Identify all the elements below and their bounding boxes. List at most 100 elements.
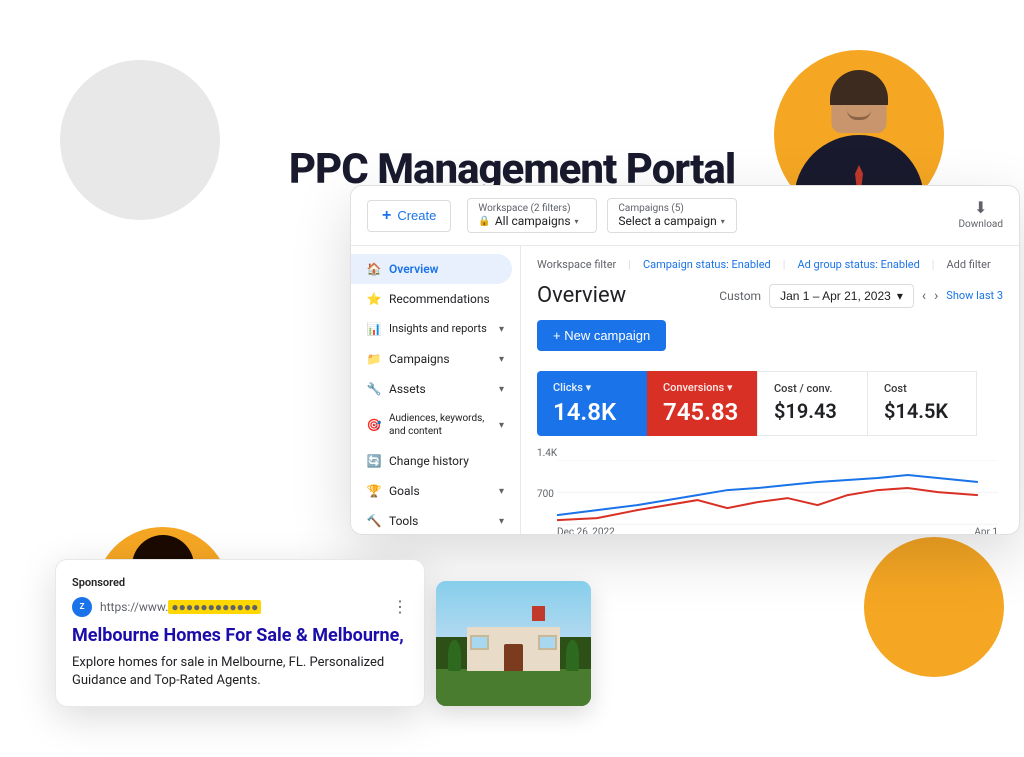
sidebar-item-campaigns-label: Campaigns: [389, 352, 450, 366]
dashboard-window: + Create Workspace (2 filters) 🔒 All cam…: [350, 185, 1020, 535]
overview-header: Overview Custom Jan 1 – Apr 21, 2023 ▾ ‹…: [537, 283, 1003, 308]
sidebar: 🏠 Overview ⭐ Recommendations 📊 Insights …: [351, 246, 521, 535]
tools-arrow-icon: ▾: [499, 516, 504, 527]
campaigns-filter-arrow: ▾: [721, 217, 725, 226]
sidebar-item-goals-label: Goals: [389, 484, 420, 498]
date-range: Custom Jan 1 – Apr 21, 2023 ▾ ‹ › Show l…: [719, 284, 1003, 308]
folder-icon: 📁: [367, 352, 381, 366]
home-icon: 🏠: [367, 262, 381, 276]
main-content: Workspace filter | Campaign status: Enab…: [521, 246, 1019, 535]
conversions-metric: Conversions ▾ 745.83: [647, 371, 757, 436]
bg-circle-bottom-right: [864, 537, 1004, 677]
metrics-row: Clicks ▾ 14.8K Conversions ▾ 745.83 Cost…: [537, 371, 1003, 436]
ad-description: Explore homes for sale in Melbourne, FL.…: [72, 654, 408, 690]
campaigns-arrow-icon: ▾: [499, 354, 504, 365]
workspace-chip[interactable]: Workspace filter: [537, 258, 616, 271]
ad-sponsored-label: Sponsored: [72, 576, 408, 589]
create-button[interactable]: + Create: [367, 200, 451, 232]
chart-svg: [557, 460, 998, 525]
assets-icon: 🔧: [367, 382, 381, 396]
clicks-metric: Clicks ▾ 14.8K: [537, 371, 647, 436]
sidebar-item-overview[interactable]: 🏠 Overview: [351, 254, 512, 284]
sidebar-item-audiences[interactable]: 🎯 Audiences, keywords, and content ▾: [351, 404, 520, 446]
chart-y-top: 1.4K: [537, 448, 557, 459]
ad-url-highlight: ●●●●●●●●●●●●: [168, 600, 261, 614]
chart-x-left: Dec 26, 2022: [557, 527, 615, 535]
ad-title[interactable]: Melbourne Homes For Sale & Melbourne,: [72, 625, 408, 646]
bg-circle-left: [60, 60, 220, 220]
goals-icon: 🏆: [367, 484, 381, 498]
ad-card: Sponsored Z https://www.●●●●●●●●●●●● ⋮ M…: [55, 559, 425, 707]
workspace-filter-arrow: ▾: [575, 217, 579, 226]
ad-url: https://www.●●●●●●●●●●●●: [100, 600, 384, 614]
cost-label: Cost: [884, 382, 960, 395]
sidebar-item-overview-label: Overview: [389, 262, 439, 276]
insights-arrow-icon: ▾: [499, 324, 504, 335]
dashboard-body: 🏠 Overview ⭐ Recommendations 📊 Insights …: [351, 246, 1019, 535]
create-label: Create: [397, 208, 436, 223]
sidebar-item-recommendations-label: Recommendations: [389, 292, 490, 306]
date-dropdown-arrow: ▾: [897, 289, 903, 303]
audiences-arrow-icon: ▾: [499, 420, 504, 431]
breadcrumb-filters: Workspace filter | Campaign status: Enab…: [537, 258, 1003, 271]
bc-divider-2: |: [783, 258, 786, 271]
sidebar-item-insights-label: Insights and reports: [389, 322, 487, 336]
sidebar-item-insights[interactable]: 📊 Insights and reports ▾: [351, 314, 520, 344]
workspace-filter-label: Workspace (2 filters): [478, 203, 586, 214]
star-icon: ⭐: [367, 292, 381, 306]
overview-title: Overview: [537, 283, 626, 308]
sidebar-item-recommendations[interactable]: ⭐ Recommendations: [351, 284, 520, 314]
house-illustration: [436, 581, 591, 706]
show-last-link[interactable]: Show last 3: [946, 289, 1003, 302]
campaigns-filter-label: Campaigns (5): [618, 203, 726, 214]
next-date-icon[interactable]: ›: [934, 288, 938, 304]
ad-url-row: Z https://www.●●●●●●●●●●●● ⋮: [72, 597, 408, 617]
conversions-value: 745.83: [663, 398, 741, 426]
chart-icon: 📊: [367, 322, 381, 336]
sidebar-item-campaigns[interactable]: 📁 Campaigns ▾: [351, 344, 520, 374]
sidebar-item-history[interactable]: 🔄 Change history: [351, 446, 520, 476]
sidebar-item-tools[interactable]: 🔨 Tools ▾: [351, 506, 520, 535]
workspace-filter[interactable]: Workspace (2 filters) 🔒 All campaigns ▾: [467, 198, 597, 233]
house-image: [436, 581, 591, 706]
date-range-button[interactable]: Jan 1 – Apr 21, 2023 ▾: [769, 284, 914, 308]
sidebar-item-goals[interactable]: 🏆 Goals ▾: [351, 476, 520, 506]
cost-conv-value: $19.43: [774, 399, 851, 423]
sidebar-item-assets[interactable]: 🔧 Assets ▾: [351, 374, 520, 404]
campaigns-filter-value: Select a campaign ▾: [618, 214, 726, 228]
conversions-label: Conversions ▾: [663, 381, 741, 394]
campaign-status-chip[interactable]: Campaign status: Enabled: [643, 258, 771, 271]
chart-x-right: Apr 1: [974, 527, 998, 535]
dashboard-header: + Create Workspace (2 filters) 🔒 All cam…: [351, 186, 1019, 246]
sidebar-item-history-label: Change history: [389, 454, 469, 468]
ad-more-button[interactable]: ⋮: [392, 597, 408, 616]
bc-divider-1: |: [628, 258, 631, 271]
campaigns-filter[interactable]: Campaigns (5) Select a campaign ▾: [607, 198, 737, 233]
chart-y-mid: 700: [537, 489, 554, 500]
audiences-icon: 🎯: [367, 418, 381, 432]
action-row: + New campaign ⬇ Download: [537, 320, 1003, 363]
filter-group: Workspace (2 filters) 🔒 All campaigns ▾ …: [467, 198, 1003, 233]
add-filter-chip[interactable]: Add filter: [946, 258, 990, 271]
sidebar-item-audiences-label: Audiences, keywords, and content: [389, 412, 491, 438]
bc-divider-3: |: [932, 258, 935, 271]
assets-arrow-icon: ▾: [499, 384, 504, 395]
ad-favicon: Z: [72, 597, 92, 617]
history-icon: 🔄: [367, 454, 381, 468]
workspace-filter-value: 🔒 All campaigns ▾: [478, 214, 586, 228]
clicks-label: Clicks ▾: [553, 381, 631, 394]
cost-value: $14.5K: [884, 399, 960, 423]
sidebar-item-tools-label: Tools: [389, 514, 418, 528]
tools-icon: 🔨: [367, 514, 381, 528]
custom-label: Custom: [719, 289, 761, 303]
chart-area: 1.4K 700 Dec 26, 2022 Apr 1: [537, 448, 1003, 535]
plus-icon: +: [382, 207, 391, 225]
clicks-value: 14.8K: [553, 398, 631, 426]
cost-metric: Cost $14.5K: [867, 371, 977, 436]
prev-date-icon[interactable]: ‹: [922, 288, 926, 304]
ad-group-status-chip[interactable]: Ad group status: Enabled: [797, 258, 919, 271]
new-campaign-button[interactable]: + New campaign: [537, 320, 666, 351]
goals-arrow-icon: ▾: [499, 486, 504, 497]
cost-conv-metric: Cost / conv. $19.43: [757, 371, 867, 436]
date-range-value: Jan 1 – Apr 21, 2023: [780, 289, 891, 303]
